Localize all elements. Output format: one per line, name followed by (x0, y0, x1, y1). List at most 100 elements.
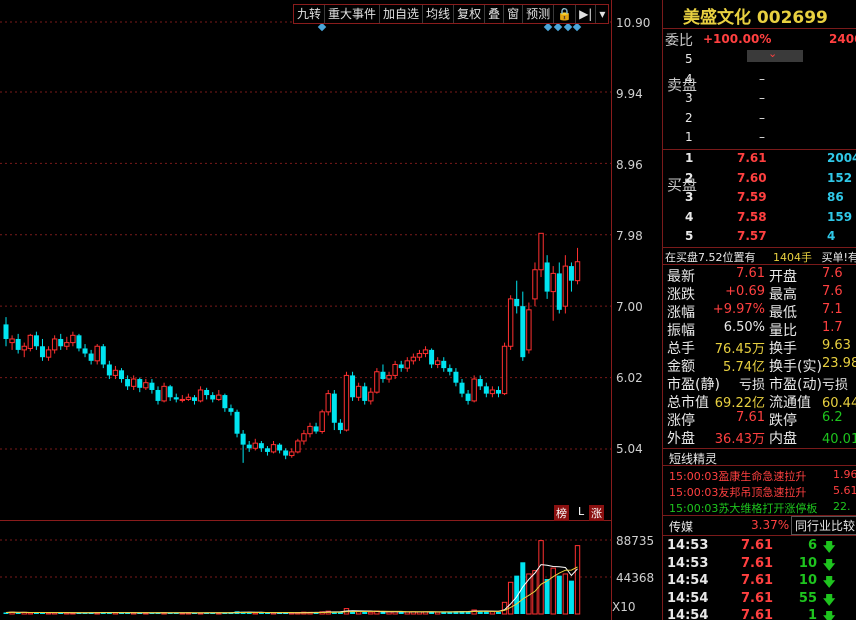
stat-label: 换手(实) (769, 359, 822, 375)
toolbar-overlay-button[interactable]: 叠 (485, 5, 505, 23)
jump-end-icon[interactable]: ▶| (576, 5, 597, 23)
order-notice[interactable]: 在买盘7.52位置有 1404手 买单!有 (665, 249, 856, 265)
buy-price: 7.61 (737, 151, 767, 165)
sell-level: 4 (685, 71, 693, 86)
buy-price: 7.57 (737, 229, 767, 243)
toolbar-forecast-button[interactable]: 预测 (523, 5, 555, 23)
buy-level: 2 (685, 170, 694, 185)
lock-icon[interactable]: 🔒 (554, 5, 577, 23)
candle-body (289, 451, 295, 457)
sell-level-row[interactable]: 5 (685, 52, 855, 70)
volume-bar (489, 611, 496, 615)
toolbar-ma-button[interactable]: 均线 (423, 5, 455, 23)
buy-level-row[interactable]: 4 7.58 159 (685, 210, 855, 228)
toolbar-add-watchlist-button[interactable]: 加自选 (380, 5, 424, 23)
toolbar-adjust-button[interactable]: 复权 (454, 5, 486, 23)
stat-label: 涨停 (667, 413, 695, 429)
candle-body (33, 335, 39, 347)
stat-label: 换手 (769, 341, 797, 357)
short-signal-item[interactable]: 15:00:03苏大维格打开涨停板 22. (669, 500, 856, 515)
sector-name[interactable]: 传媒 (669, 518, 693, 535)
tick-price: 7.61 (741, 608, 774, 620)
toolbar-major-events-button[interactable]: 重大事件 (325, 5, 381, 23)
candle-body (422, 349, 429, 355)
tick-row: 14:54 7.61 55 🡇 (667, 591, 856, 608)
stat-label: 量比 (769, 323, 797, 339)
kline-chart[interactable] (0, 0, 612, 620)
stat-value: 7.6 (822, 266, 843, 281)
buy-level-row[interactable]: 3 7.59 86 (685, 190, 855, 208)
stat-value: 1.7 (822, 320, 843, 335)
sell-price: – (759, 71, 765, 86)
short-signal-value: 22. (833, 500, 851, 513)
stat-value: 7.1 (822, 302, 843, 317)
toolbar-window-button[interactable]: 窗 (504, 5, 524, 23)
candle-body (191, 397, 197, 401)
tick-time: 14:53 (667, 538, 709, 553)
volume-bar (362, 611, 368, 614)
candle-body (386, 374, 392, 380)
volume-bar (398, 612, 404, 614)
sell-level-row[interactable]: 2 – (685, 111, 855, 129)
sell-level-row[interactable]: 4 – (685, 72, 855, 90)
stat-row: 涨幅 +9.97% 最低 7.1 (667, 302, 856, 321)
stat-row: 涨停 7.61 跌停 6.2 (667, 410, 856, 429)
candle-body (82, 348, 88, 354)
short-signal-item[interactable]: 15:00:03盈康生命急速拉升 1.96 (669, 468, 856, 483)
quote-panel: 美盛文化 002699 委比 +100.00% 2406 ⌄ 卖盘 买盘 在买盘… (662, 0, 856, 620)
candle-body (51, 338, 58, 351)
candle-body (27, 334, 34, 349)
volume-bar (434, 611, 441, 615)
stat-label: 涨跌 (667, 287, 695, 303)
rank-tag[interactable]: 榜 (554, 505, 569, 521)
short-signal-event: 急速拉升 (762, 486, 807, 499)
limit-up-tag[interactable]: 涨 (589, 505, 604, 521)
candle-body (313, 426, 319, 432)
short-signal-time: 15:00:03 (669, 502, 719, 515)
price-axis-label: 7.00 (616, 300, 643, 314)
sector-change: 3.37% (751, 518, 790, 532)
buy-level-row[interactable]: 1 7.61 2004 (685, 151, 856, 169)
short-signal-time: 15:00:03 (669, 486, 719, 499)
candle-body (337, 422, 343, 431)
short-signal-stock: 友邦吊顶 (718, 486, 763, 499)
price-axis-label: 9.94 (616, 87, 643, 101)
sell-level-row[interactable]: 3 – (685, 91, 855, 109)
tick-price: 7.61 (741, 538, 774, 553)
buy-volume: 86 (827, 190, 844, 204)
candle-body (130, 378, 137, 387)
buy-level-row[interactable]: 5 7.57 4 (685, 229, 855, 247)
l2-tag[interactable]: L (576, 505, 586, 518)
toolbar-jiuzhuan-button[interactable]: 九转 (294, 5, 326, 23)
buy-level-row[interactable]: 2 7.60 152 (685, 171, 855, 189)
stat-value: 76.45万 (714, 342, 765, 357)
candle-body (21, 345, 27, 351)
candle-body (319, 411, 325, 433)
tick-volume: 10 (798, 555, 817, 571)
candle-body (277, 444, 283, 451)
short-signal-item[interactable]: 15:00:03友邦吊顶急速拉升 5.61 (669, 484, 856, 499)
candle-body (252, 442, 258, 449)
stat-label: 开盘 (769, 269, 797, 285)
candle-body (234, 411, 240, 434)
stock-title: 美盛文化 002699 (683, 8, 828, 28)
kline-chart-area[interactable] (0, 0, 612, 620)
stat-row: 总手 76.45万 换手 9.63 (667, 338, 856, 357)
candle-body (270, 444, 277, 453)
sell-price: – (759, 91, 765, 105)
candle-body (64, 342, 70, 347)
candle-body (161, 385, 167, 402)
stat-row: 最新 7.61 开盘 7.6 (667, 266, 856, 285)
candle-body (489, 389, 496, 395)
candle-body (210, 395, 216, 400)
stat-label: 涨幅 (667, 305, 695, 321)
dropdown-icon[interactable]: ▾ (596, 5, 608, 23)
volume-bar (544, 578, 550, 614)
industry-compare-button[interactable]: 同行业比较 (791, 516, 856, 535)
candle-body (465, 393, 471, 401)
sell-level-row[interactable]: 1 – (685, 130, 855, 148)
candle-body (283, 450, 289, 456)
stat-label: 流通值 (769, 395, 811, 411)
stat-label: 金额 (667, 359, 695, 375)
candle-body (507, 298, 514, 347)
